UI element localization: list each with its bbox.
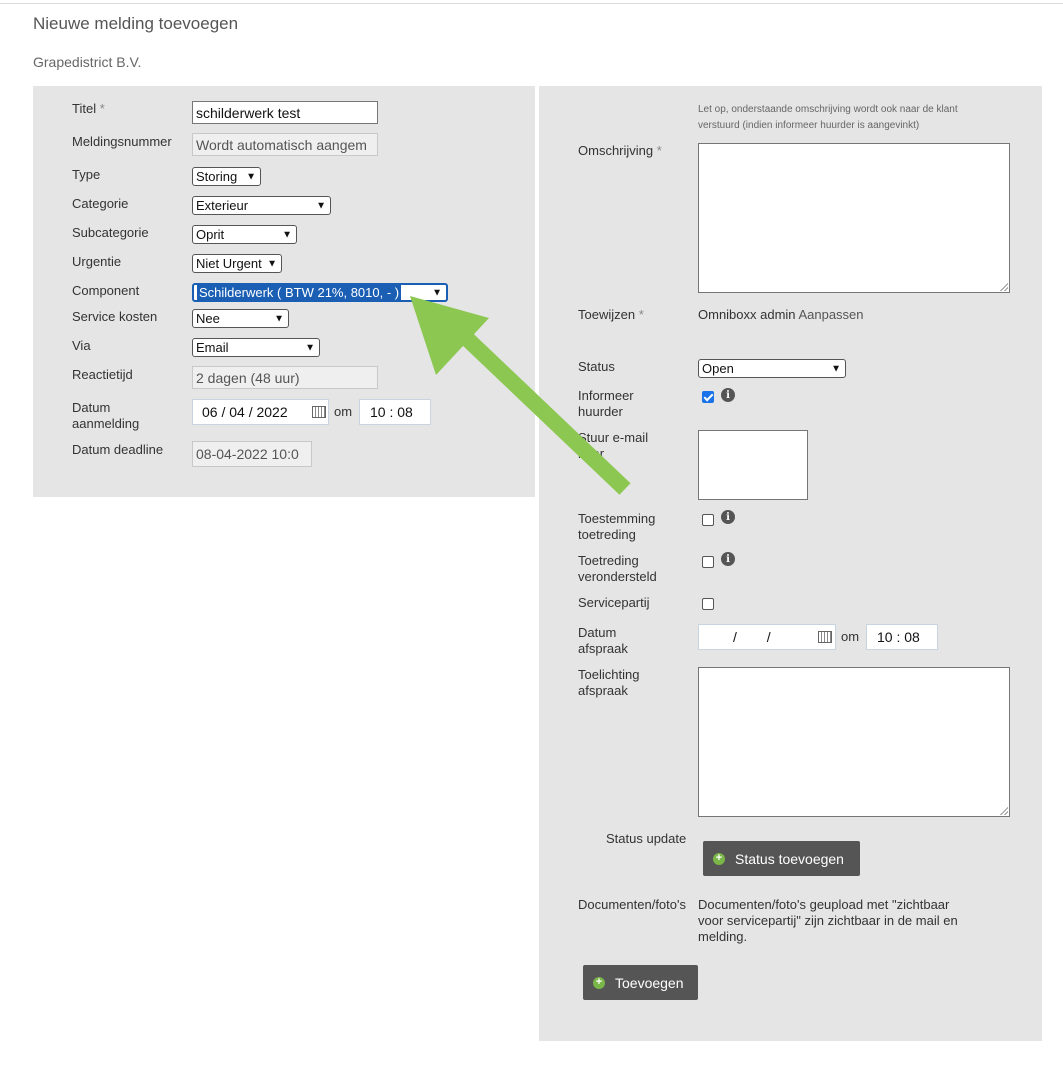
reactietijd-input: 2 dagen (48 uur) (192, 366, 378, 389)
categorie-select[interactable]: Exterieur ▼ (192, 196, 331, 215)
type-select[interactable]: Storing ▼ (192, 167, 261, 186)
om-label: om (841, 629, 860, 644)
info-icon[interactable]: i (721, 552, 735, 566)
company-name: Grapedistrict B.V. (33, 54, 142, 70)
plus-icon: + (713, 852, 725, 865)
datum-deadline-input: 08-04-2022 10:0 (192, 441, 312, 467)
datum-aanmelding-date-input[interactable]: 06 / 04 / 2022 (192, 399, 329, 425)
chevron-down-icon: ▼ (246, 171, 256, 182)
datum-afspraak-label: Datum afspraak (578, 625, 628, 656)
plus-icon: + (593, 976, 605, 989)
calendar-icon[interactable] (818, 631, 832, 643)
datum-aanmelding-label: Datum aanmelding (72, 400, 140, 431)
aanpassen-link[interactable]: Aanpassen (798, 307, 863, 322)
datum-aanmelding-time-input[interactable]: 10 : 08 (359, 399, 431, 425)
titel-label: Titel * (72, 101, 105, 116)
omschrijving-notice: Let op, onderstaande omschrijving wordt … (698, 104, 958, 131)
chevron-down-icon: ▼ (282, 229, 292, 240)
datum-afspraak-time-input[interactable]: 10 : 08 (866, 624, 938, 650)
documenten-label: Documenten/foto's (578, 897, 686, 912)
toelichting-textarea[interactable] (698, 667, 1010, 817)
toewijzen-value: Omniboxx admin Aanpassen (698, 307, 864, 322)
stuur-email-label: Stuur e-mail naar (578, 430, 649, 461)
titel-input[interactable]: schilderwerk test (192, 101, 378, 124)
omschrijving-textarea[interactable] (698, 143, 1010, 293)
categorie-label: Categorie (72, 196, 129, 211)
datum-deadline-label: Datum deadline (72, 442, 164, 457)
info-icon[interactable]: i (721, 388, 735, 402)
meldingsnummer-input: Wordt automatisch aangem (192, 133, 378, 156)
informeer-huurder-label: Informeer huurder (578, 388, 634, 419)
resize-grip-icon[interactable] (1000, 283, 1008, 291)
omschrijving-label: Omschrijving * (578, 143, 662, 158)
via-select[interactable]: Email ▼ (192, 338, 320, 357)
toetreding-label: Toetreding verondersteld (578, 553, 657, 584)
service-kosten-select[interactable]: Nee ▼ (192, 309, 289, 328)
top-divider (0, 3, 1063, 4)
stuur-email-textarea[interactable] (698, 430, 808, 500)
servicepartij-checkbox[interactable] (702, 598, 714, 610)
info-icon[interactable]: i (721, 510, 735, 524)
urgentie-select[interactable]: Niet Urgent ▼ (192, 254, 282, 273)
component-label: Component (72, 283, 140, 298)
chevron-down-icon: ▼ (305, 342, 315, 353)
meldingsnummer-label: Meldingsnummer (72, 134, 172, 149)
chevron-down-icon: ▼ (316, 200, 326, 211)
page-title: Nieuwe melding toevoegen (33, 14, 239, 33)
toetreding-checkbox[interactable] (702, 556, 714, 568)
calendar-icon[interactable] (312, 406, 326, 418)
chevron-down-icon: ▼ (267, 258, 277, 269)
chevron-down-icon: ▼ (432, 287, 442, 298)
informeer-huurder-checkbox[interactable] (702, 391, 714, 403)
om-label: om (334, 404, 353, 419)
status-label: Status (578, 359, 615, 374)
via-label: Via (72, 338, 91, 353)
subcategorie-label: Subcategorie (72, 225, 149, 240)
status-update-label: Status update (606, 831, 687, 846)
reactietijd-label: Reactietijd (72, 367, 133, 382)
toestemming-label: Toestemming toetreding (578, 511, 656, 542)
toewijzen-label: Toewijzen * (578, 307, 644, 322)
urgentie-label: Urgentie (72, 254, 122, 269)
subcategorie-select[interactable]: Oprit ▼ (192, 225, 297, 244)
status-select[interactable]: Open ▼ (698, 359, 846, 378)
servicepartij-label: Servicepartij (578, 595, 650, 610)
chevron-down-icon: ▼ (831, 363, 841, 374)
status-toevoegen-button[interactable]: + Status toevoegen (703, 841, 860, 876)
toestemming-checkbox[interactable] (702, 514, 714, 526)
resize-grip-icon[interactable] (1000, 807, 1008, 815)
type-label: Type (72, 167, 101, 182)
service-kosten-label: Service kosten (72, 309, 158, 324)
datum-afspraak-date-input[interactable]: / / (698, 624, 836, 650)
component-select[interactable]: Schilderwerk ( BTW 21%, 8010, - ) ▼ (192, 283, 448, 302)
chevron-down-icon: ▼ (274, 313, 284, 324)
toelichting-label: Toelichting afspraak (578, 667, 640, 698)
toevoegen-button[interactable]: + Toevoegen (583, 965, 698, 1000)
documenten-info: Documenten/foto's geupload met "zichtbaa… (698, 897, 958, 944)
